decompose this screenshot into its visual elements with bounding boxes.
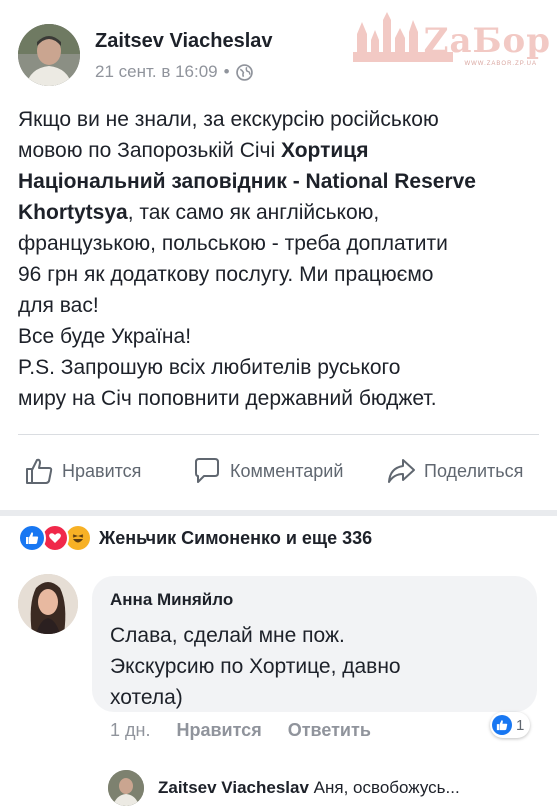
share-label: Поделиться: [424, 460, 524, 481]
page-link-khortytsya[interactable]: Khortytsya: [18, 201, 128, 224]
comment-button[interactable]: Комментарий: [192, 449, 343, 493]
like-button[interactable]: Нравится: [24, 449, 141, 493]
post-line: французькою, польською - треба доплатити: [18, 232, 448, 255]
comment-like-badge[interactable]: 1: [490, 712, 531, 738]
post-action-bar: Нравится Комментарий Поделиться: [0, 449, 557, 493]
like-label: Нравится: [62, 460, 142, 481]
comment-bubble-icon: [195, 458, 219, 483]
watermark-url: WWW.ZABOR.ZP.UA: [464, 61, 537, 67]
thumbs-up-icon: [26, 458, 53, 484]
post-line: для вас!: [18, 294, 99, 317]
commenter-name[interactable]: Анна Миняйло: [110, 590, 233, 610]
comment-like-count: 1: [516, 716, 525, 734]
comment-bubble: Анна Миняйло Слава, сделай мне пож. Экск…: [92, 576, 537, 712]
post-text: Якщо ви не знали, за екскурсію російсько…: [18, 104, 543, 414]
comment-label: Комментарий: [230, 460, 344, 481]
page-link-khortytsia[interactable]: Хортиця: [281, 139, 368, 162]
post-line: Khortytsya, так само як англійською,: [18, 201, 380, 224]
post-line: P.S. Запрошую всіх любителів руського: [18, 356, 401, 379]
site-watermark: ZaБор WWW.ZABOR.ZP.UA: [353, 6, 553, 68]
share-arrow-icon: [388, 459, 415, 483]
post-line: 96 грн як додаткову послугу. Ми працюємо: [18, 263, 434, 286]
reactions-count-text[interactable]: Женьчик Симоненко и еще 336: [99, 528, 372, 549]
reply-preview[interactable]: Zaitsev Viacheslav Аня, освобожусь...: [158, 778, 460, 798]
post-line: мовою по Запорозькій Січі Хортиця: [18, 139, 369, 162]
post-timestamp[interactable]: 21 сент. в 16:09: [95, 62, 218, 82]
like-reaction-icon: [492, 715, 512, 735]
comment-age[interactable]: 1 дн.: [110, 720, 150, 741]
post-line: Національний заповідник - National Reser…: [18, 166, 543, 197]
post-line: Якщо ви не знали, за екскурсію російсько…: [18, 108, 439, 131]
like-reaction-icon: [18, 524, 46, 552]
section-separator: [0, 510, 557, 516]
reply-author-avatar[interactable]: [108, 770, 144, 806]
post-meta: 21 сент. в 16:09 •: [95, 62, 253, 82]
comment-meta: 1 дн. Нравится Ответить: [110, 720, 397, 741]
reactions-summary[interactable]: Женьчик Симоненко и еще 336: [18, 524, 372, 552]
divider: [18, 434, 539, 435]
post-line: миру на Січ поповнити державний бюджет.: [18, 387, 437, 410]
post-line: Все буде Україна!: [18, 325, 192, 348]
author-avatar[interactable]: [18, 24, 80, 86]
comment-reply-button[interactable]: Ответить: [288, 720, 371, 741]
commenter-avatar[interactable]: [18, 574, 78, 634]
share-button[interactable]: Поделиться: [386, 449, 523, 493]
globe-icon: [235, 63, 253, 81]
comment-like-button[interactable]: Нравится: [176, 720, 261, 741]
post-author-name[interactable]: Zaitsev Viacheslav: [95, 30, 273, 53]
reply-text: Аня, освобожусь...: [313, 778, 460, 797]
page-link-national-reserve[interactable]: Національний заповідник - National Reser…: [18, 170, 476, 193]
comment-text: Слава, сделай мне пож. Экскурсию по Хорт…: [110, 624, 401, 709]
watermark-logo: ZaБор: [423, 21, 551, 61]
meta-separator: •: [223, 62, 230, 81]
reply-author-name[interactable]: Zaitsev Viacheslav: [158, 778, 309, 797]
